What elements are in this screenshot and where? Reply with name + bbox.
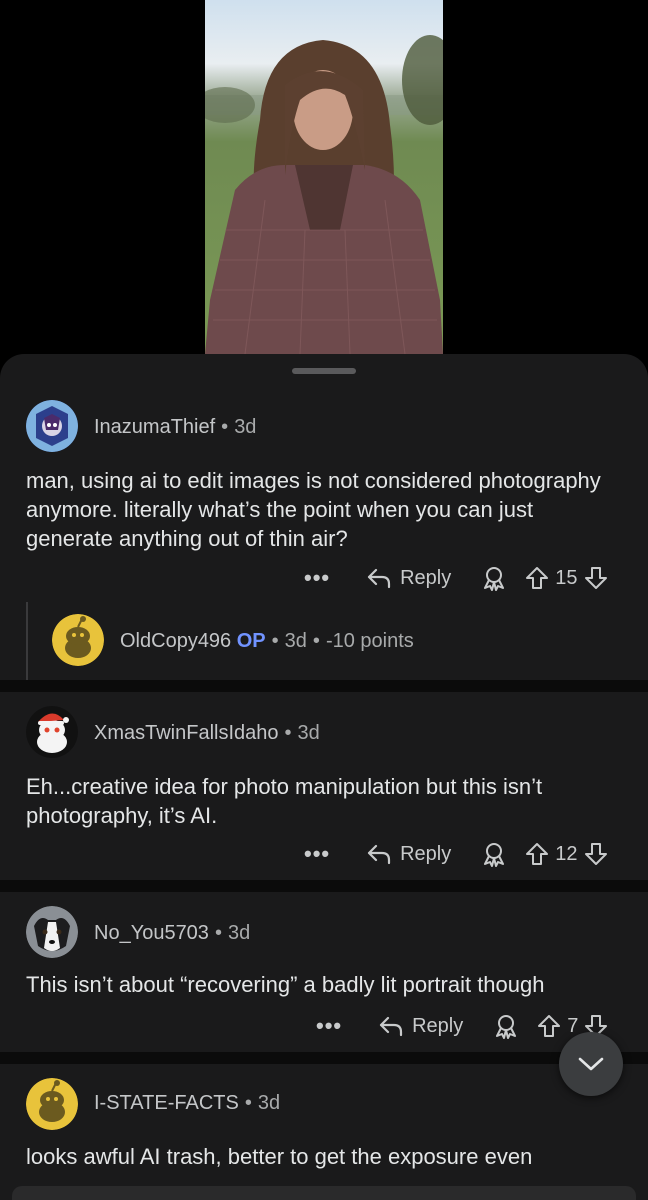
- comment: InazumaThief • 3d man, using ai to edit im…: [0, 388, 648, 684]
- op-badge: OP: [236, 630, 266, 652]
- comment-age: 3d: [297, 722, 320, 744]
- reply-icon: [366, 843, 392, 865]
- separator: •: [271, 630, 279, 652]
- comment-age: 3d: [257, 1092, 281, 1114]
- username[interactable]: XmasTwinFallsIdaho: [94, 722, 279, 744]
- reply-button[interactable]: Reply: [366, 567, 451, 590]
- thread-line: [26, 602, 28, 684]
- reply-icon: [366, 567, 392, 589]
- comment-actions: ••• Reply 7: [316, 1008, 608, 1044]
- collapsed-comment-meta[interactable]: OldCopy496 OP • 3d • -10 points: [120, 630, 414, 653]
- snoo-yellow-avatar-icon[interactable]: [52, 614, 104, 666]
- upvote-icon[interactable]: [525, 566, 549, 590]
- comment-divider: [0, 680, 648, 692]
- reply-label: Reply: [400, 566, 452, 589]
- comment-divider: [0, 1052, 648, 1064]
- vote-score: 12: [555, 842, 578, 865]
- downvote-icon[interactable]: [584, 566, 608, 590]
- vote-score: 15: [555, 566, 578, 589]
- username[interactable]: InazumaThief: [94, 416, 215, 438]
- scroll-down-button[interactable]: [559, 1032, 623, 1096]
- drag-handle[interactable]: [292, 368, 356, 374]
- post-media-area: [0, 0, 648, 360]
- upvote-icon[interactable]: [537, 1014, 561, 1038]
- comment-age: 3d: [284, 630, 307, 652]
- vote-controls: 12: [525, 842, 607, 866]
- comment-age: 3d: [234, 416, 257, 438]
- comment-age: 3d: [227, 922, 251, 944]
- post-image[interactable]: [205, 0, 443, 354]
- upvote-icon[interactable]: [525, 842, 549, 866]
- chevron-down-icon: [577, 1056, 605, 1072]
- more-options-button[interactable]: •••: [304, 565, 330, 591]
- username[interactable]: I-STATE-FACTS: [94, 1092, 239, 1114]
- character-avatar-icon[interactable]: [26, 400, 78, 452]
- comment-body: man, using ai to edit images is not cons…: [26, 468, 601, 551]
- comment: I-STATE-FACTS • 3d looks awful AI trash, b…: [0, 1064, 648, 1200]
- separator: •: [214, 922, 222, 944]
- separator: •: [284, 722, 292, 744]
- comment-body: This isn’t about “recovering” a badly li…: [26, 972, 545, 997]
- reply-label: Reply: [412, 1014, 464, 1037]
- reply-button[interactable]: Reply: [378, 1015, 463, 1038]
- comment-points: -10 points: [325, 630, 414, 652]
- comment-meta: InazumaThief • 3d: [94, 416, 256, 439]
- comment-body: Eh...creative idea for photo manipulatio…: [26, 774, 543, 828]
- comment-meta: No_You5703 • 3d: [94, 922, 250, 945]
- comment-actions: ••• Reply 15: [304, 560, 608, 596]
- more-options-button[interactable]: •••: [304, 841, 330, 867]
- comment-meta: XmasTwinFallsIdaho • 3d: [94, 722, 320, 745]
- snoo-santa-avatar-icon[interactable]: [26, 706, 78, 758]
- separator: •: [244, 1092, 252, 1114]
- comment: XmasTwinFallsIdaho • 3d Eh...creative idea…: [0, 692, 648, 880]
- vote-controls: 15: [525, 566, 607, 590]
- comment-divider: [0, 880, 648, 892]
- separator: •: [312, 630, 320, 652]
- comment: No_You5703 • 3d This isn’t about “recoveri…: [0, 892, 648, 1052]
- more-options-button[interactable]: •••: [316, 1013, 342, 1039]
- comment-meta: I-STATE-FACTS • 3d: [94, 1092, 280, 1115]
- comment-actions: ••• Reply 12: [304, 836, 608, 872]
- snoo-yellow-avatar-icon[interactable]: [26, 1078, 78, 1130]
- downvote-icon[interactable]: [584, 842, 608, 866]
- reply-button[interactable]: Reply: [366, 843, 451, 866]
- username[interactable]: OldCopy496: [120, 630, 231, 652]
- reply-icon: [378, 1015, 404, 1037]
- comment-input-bar[interactable]: [12, 1186, 636, 1200]
- comment-body: looks awful AI trash, better to get the …: [26, 1144, 533, 1169]
- award-icon[interactable]: [481, 841, 507, 867]
- comments-sheet: InazumaThief • 3d man, using ai to edit im…: [0, 354, 648, 1200]
- dog-photo-avatar-icon[interactable]: [26, 906, 78, 958]
- reply-label: Reply: [400, 842, 452, 865]
- award-icon[interactable]: [493, 1013, 519, 1039]
- award-icon[interactable]: [481, 565, 507, 591]
- username[interactable]: No_You5703: [94, 922, 209, 944]
- separator: •: [221, 416, 229, 438]
